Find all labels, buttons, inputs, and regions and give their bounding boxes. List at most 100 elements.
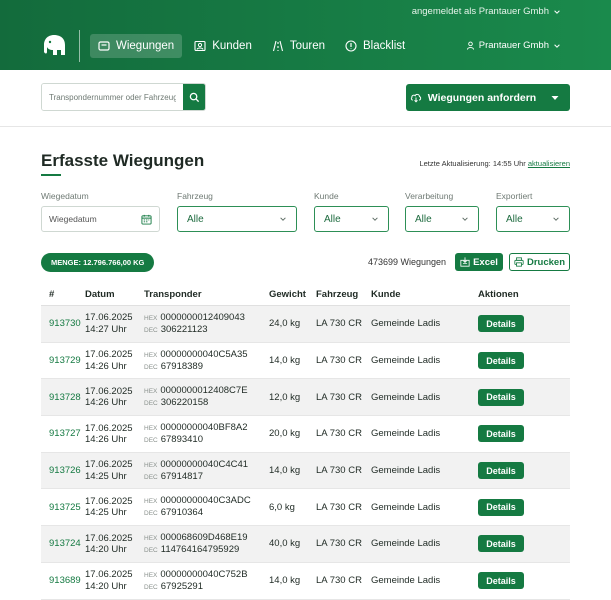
details-button[interactable]: Details (478, 462, 524, 480)
vehicle-select-value: Alle (187, 213, 204, 225)
column-header-weight[interactable]: Gewicht (269, 289, 316, 300)
weighing-date: 17.06.2025 (85, 459, 133, 471)
dec-tag: DEC (144, 473, 158, 481)
actions-cell: Details (478, 498, 570, 516)
details-button[interactable]: Details (478, 498, 524, 516)
date-filter-label: Wiegedatum (41, 191, 89, 201)
weight-cell: 20,0 kg (269, 428, 301, 440)
dec-tag: DEC (144, 583, 158, 591)
weighing-id[interactable]: 913726 (41, 465, 85, 476)
request-weighings-dropdown[interactable] (540, 95, 570, 101)
transponder-hex: 00000000040C4C41 (160, 458, 249, 470)
excel-export-button[interactable]: Excel (455, 253, 503, 271)
user-name: Prantauer Gmbh (478, 40, 549, 51)
weighing-id[interactable]: 913725 (41, 502, 85, 513)
weighing-date: 17.06.2025 (85, 312, 133, 324)
date-filter-placeholder: Wiegedatum (49, 214, 97, 224)
details-button[interactable]: Details (478, 572, 524, 590)
dec-tag: DEC (144, 326, 158, 334)
weight-cell: 14,0 kg (269, 355, 301, 367)
column-header-transponder[interactable]: Transponder (144, 289, 269, 301)
details-button[interactable]: Details (478, 425, 524, 443)
processing-select[interactable]: Alle (405, 206, 479, 232)
print-button[interactable]: Drucken (509, 253, 570, 271)
transponder-cell: HEX 00000000040C3ADC DEC 67910364 (144, 495, 269, 519)
toolbar: Wiegungen anfordern (0, 70, 611, 127)
transponder-cell: HEX 00000000040C5A35 DEC 67918389 (144, 349, 269, 373)
cloud-download-icon (410, 93, 421, 103)
details-button[interactable]: Details (478, 388, 524, 406)
weighing-date: 17.06.2025 (85, 349, 133, 361)
vehicle-cell: LA 730 CR (316, 318, 362, 330)
nav-item-wiegungen[interactable]: Wiegungen (90, 34, 183, 58)
details-button[interactable]: Details (478, 352, 524, 370)
column-header-id[interactable]: # (41, 289, 85, 300)
dec-tag: DEC (144, 510, 158, 518)
actions-cell: Details (478, 388, 570, 406)
vehicle-cell: LA 730 CR (316, 501, 362, 513)
date-filter-input[interactable]: Wiegedatum (41, 206, 160, 232)
table-body: 913730 17.06.2025 14:27 Uhr HEX 000000001240… (41, 306, 570, 600)
last-update-text: Letzte Aktualisierung: 14:55 Uhr (419, 159, 526, 168)
transponder-hex: 0000000012408C7E (160, 385, 248, 397)
search-input[interactable] (42, 84, 183, 110)
chevron-down-icon (554, 43, 560, 48)
transponder-cell: HEX 000068609D468E19 DEC 114764164795929 (144, 532, 269, 556)
calendar-icon (141, 214, 152, 225)
column-header-date[interactable]: Datum (85, 289, 144, 300)
user-menu[interactable]: Prantauer Gmbh (466, 40, 561, 51)
request-weighings-main[interactable]: Wiegungen anfordern (406, 92, 540, 104)
customer-select[interactable]: Alle (314, 206, 389, 232)
hex-tag: HEX (144, 388, 158, 396)
search-button[interactable] (183, 84, 205, 110)
weighing-id[interactable]: 913730 (41, 318, 85, 329)
search-box (41, 83, 206, 111)
actions-cell: Details (478, 315, 570, 333)
nav-item-kunden[interactable]: Kunden (186, 34, 260, 58)
hex-tag: HEX (144, 314, 158, 322)
weighing-id[interactable]: 913727 (41, 428, 85, 439)
table-row: 913726 17.06.2025 14:25 Uhr HEX 00000000040C… (41, 452, 570, 490)
exported-filter-label: Exportiert (496, 191, 533, 201)
print-label: Drucken (526, 256, 565, 268)
weighing-time: 14:25 Uhr (85, 470, 127, 482)
customer-cell: Gemeinde Ladis (371, 465, 441, 477)
nav-label: Wiegungen (116, 40, 175, 52)
customer-cell: Gemeinde Ladis (371, 391, 441, 403)
transponder-hex: 0000000012409043 (160, 311, 245, 323)
weighing-id[interactable]: 913689 (41, 575, 85, 586)
request-weighings-button[interactable]: Wiegungen anfordern (406, 84, 570, 111)
weighing-time: 14:26 Uhr (85, 360, 127, 372)
details-button[interactable]: Details (478, 315, 524, 333)
weighing-id[interactable]: 913724 (41, 538, 85, 549)
nav-item-touren[interactable]: Touren (264, 34, 333, 58)
transponder-dec: 67910364 (160, 507, 204, 519)
nav-item-blacklist[interactable]: Blacklist (337, 34, 413, 58)
weighing-id[interactable]: 913729 (41, 355, 85, 366)
actions-cell: Details (478, 535, 570, 553)
elephant-logo-icon[interactable] (40, 33, 68, 57)
transponder-cell: HEX 00000000040C752B DEC 67925291 (144, 569, 269, 593)
weight-cell: 12,0 kg (269, 391, 301, 403)
hex-tag: HEX (144, 425, 158, 433)
vehicle-select[interactable]: Alle (177, 206, 297, 232)
scale-icon (98, 41, 110, 51)
weighing-datetime: 17.06.2025 14:20 Uhr (85, 533, 144, 556)
details-button[interactable]: Details (478, 535, 524, 553)
customer-select-value: Alle (324, 213, 341, 225)
hex-tag: HEX (144, 535, 158, 543)
weighing-id[interactable]: 913728 (41, 392, 85, 403)
account-dropdown[interactable]: angemeldet als Prantauer Gmbh (412, 6, 561, 17)
column-header-customer[interactable]: Kunde (371, 289, 478, 300)
exported-select[interactable]: Alle (496, 206, 570, 232)
table-header: # Datum Transponder Gewicht Fahrzeug Kun… (41, 284, 570, 306)
transponder-cell: HEX 00000000040C4C41 DEC 67914817 (144, 459, 269, 483)
hex-tag: HEX (144, 498, 158, 506)
hex-tag: HEX (144, 351, 158, 359)
column-header-vehicle[interactable]: Fahrzeug (316, 289, 371, 300)
customer-cell: Gemeinde Ladis (371, 501, 441, 513)
customer-cell: Gemeinde Ladis (371, 428, 441, 440)
refresh-link[interactable]: aktualisieren (528, 159, 570, 168)
vehicle-cell: LA 730 CR (316, 575, 362, 587)
weighing-date: 17.06.2025 (85, 532, 133, 544)
